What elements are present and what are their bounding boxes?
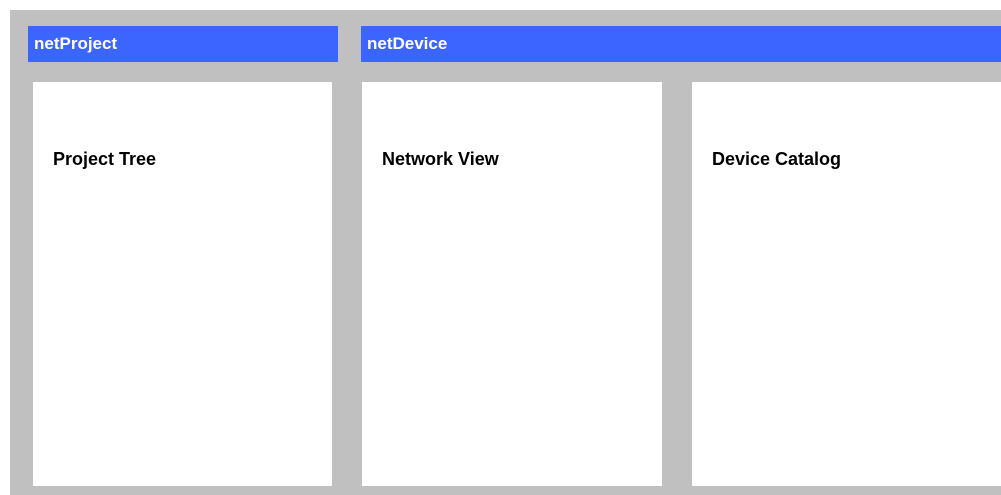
- network-view-pane: Network View: [362, 82, 662, 486]
- project-tree-pane: Project Tree: [33, 82, 332, 486]
- device-catalog-pane: Device Catalog: [692, 82, 1001, 486]
- netproject-header-label: netProject: [34, 34, 118, 53]
- netdevice-header-label: netDevice: [367, 34, 448, 53]
- netproject-header: netProject: [28, 26, 338, 62]
- project-tree-label: Project Tree: [53, 149, 157, 169]
- network-view-label: Network View: [382, 149, 499, 169]
- netdevice-header: netDevice: [361, 26, 1001, 62]
- device-catalog-label: Device Catalog: [712, 149, 842, 169]
